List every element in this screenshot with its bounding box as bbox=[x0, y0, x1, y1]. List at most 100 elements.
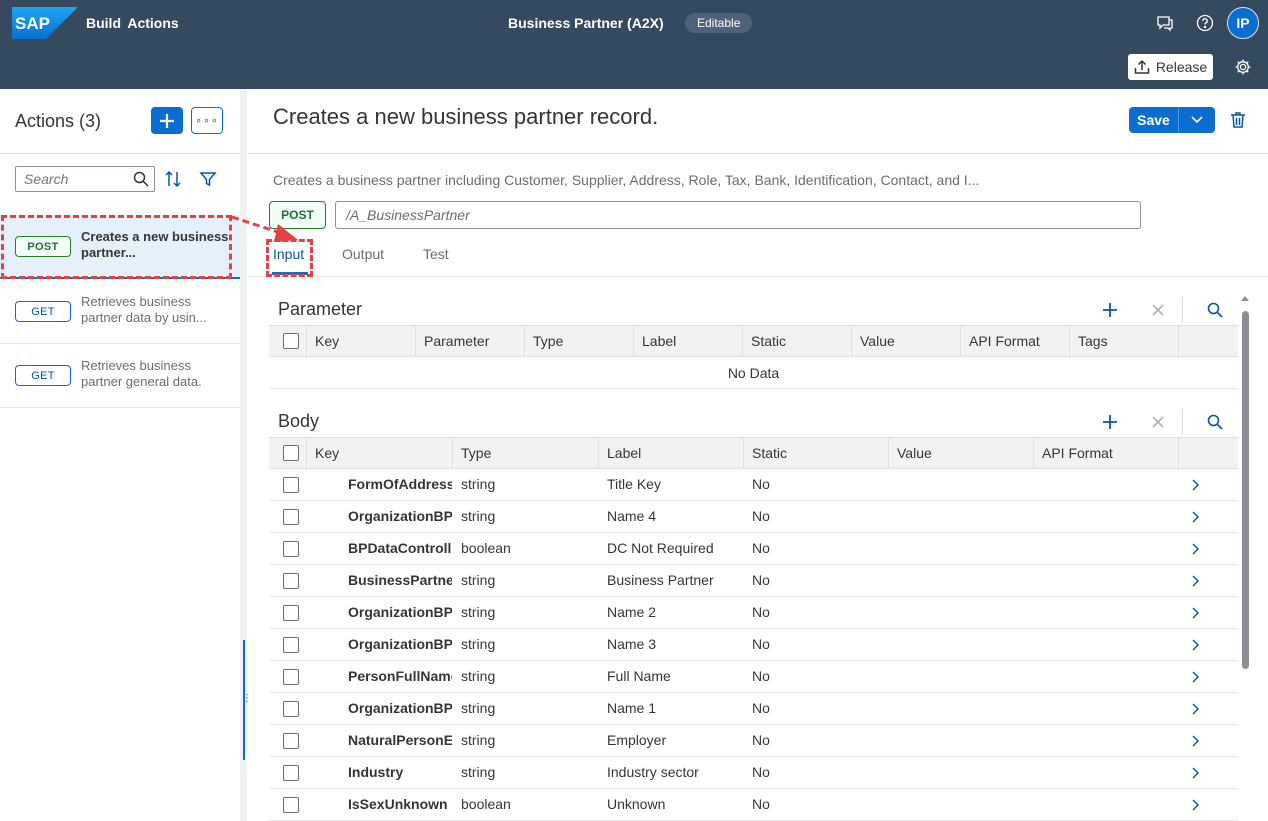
add-parameter-icon[interactable] bbox=[1100, 300, 1120, 320]
column-header-type[interactable]: Type bbox=[533, 326, 563, 356]
add-body-field-icon[interactable] bbox=[1100, 412, 1120, 432]
row-checkbox[interactable] bbox=[283, 637, 299, 653]
field-label: Full Name bbox=[607, 668, 671, 684]
column-divider bbox=[598, 438, 599, 468]
gear-icon[interactable] bbox=[1231, 55, 1255, 79]
release-label: Release bbox=[1155, 59, 1208, 75]
column-divider bbox=[960, 326, 961, 356]
row-checkbox[interactable] bbox=[283, 509, 299, 525]
tab-output[interactable]: Output bbox=[342, 246, 384, 262]
column-header-static[interactable]: Static bbox=[751, 326, 786, 356]
column-header-key[interactable]: Key bbox=[315, 326, 339, 356]
select-all-checkbox[interactable] bbox=[283, 445, 299, 461]
chevron-right-icon[interactable] bbox=[1187, 629, 1203, 660]
row-checkbox[interactable] bbox=[283, 797, 299, 813]
column-header-label[interactable]: Label bbox=[607, 438, 641, 468]
chevron-right-icon[interactable] bbox=[1187, 661, 1203, 692]
column-header-static[interactable]: Static bbox=[752, 438, 787, 468]
field-label: Industry sector bbox=[607, 764, 699, 780]
column-header-type[interactable]: Type bbox=[461, 438, 491, 468]
delete-icon[interactable] bbox=[1228, 110, 1248, 130]
more-options-button[interactable]: ∘∘∘ bbox=[191, 107, 223, 134]
table-row[interactable]: OrganizationBPName3 string Name 3 No bbox=[269, 629, 1238, 661]
save-menu-button[interactable] bbox=[1179, 107, 1215, 133]
add-action-button[interactable] bbox=[151, 107, 183, 134]
row-checkbox[interactable] bbox=[283, 733, 299, 749]
column-header-parameter[interactable]: Parameter bbox=[424, 326, 489, 356]
column-header-tags[interactable]: Tags bbox=[1078, 326, 1108, 356]
splitter-grip-icon[interactable]: ⋮ bbox=[242, 694, 252, 714]
row-checkbox[interactable] bbox=[283, 701, 299, 717]
column-divider bbox=[742, 326, 743, 356]
field-static: No bbox=[752, 668, 770, 684]
field-key: NaturalPersonEmployerName bbox=[348, 732, 452, 748]
chevron-right-icon[interactable] bbox=[1187, 501, 1203, 532]
remove-body-field-icon[interactable] bbox=[1148, 412, 1168, 432]
table-row[interactable]: OrganizationBPName1 string Name 1 No bbox=[269, 693, 1238, 725]
row-checkbox[interactable] bbox=[283, 605, 299, 621]
chevron-right-icon[interactable] bbox=[1187, 469, 1203, 500]
column-header-key[interactable]: Key bbox=[315, 438, 339, 468]
column-divider bbox=[524, 326, 525, 356]
search-icon[interactable] bbox=[128, 171, 154, 187]
row-checkbox[interactable] bbox=[283, 669, 299, 685]
row-checkbox[interactable] bbox=[283, 477, 299, 493]
chevron-right-icon[interactable] bbox=[1187, 693, 1203, 724]
table-row[interactable]: OrganizationBPName2 string Name 2 No bbox=[269, 597, 1238, 629]
column-header-label[interactable]: Label bbox=[642, 326, 676, 356]
column-header-api-format[interactable]: API Format bbox=[1042, 438, 1113, 468]
scroll-up-arrow-icon[interactable] bbox=[1241, 296, 1249, 301]
chevron-right-icon[interactable] bbox=[1187, 565, 1203, 596]
column-header-value[interactable]: Value bbox=[860, 326, 895, 356]
column-header-value[interactable]: Value bbox=[897, 438, 932, 468]
column-divider bbox=[306, 326, 307, 356]
sap-logo[interactable]: SAP bbox=[12, 7, 78, 39]
row-checkbox[interactable] bbox=[283, 573, 299, 589]
table-row[interactable]: OrganizationBPName4 string Name 4 No bbox=[269, 501, 1238, 533]
row-checkbox[interactable] bbox=[283, 765, 299, 781]
tab-test[interactable]: Test bbox=[423, 246, 449, 262]
chevron-right-icon[interactable] bbox=[1187, 597, 1203, 628]
field-label: Unknown bbox=[607, 796, 666, 812]
table-row[interactable]: FormOfAddress string Title Key No bbox=[269, 469, 1238, 501]
table-row[interactable]: NaturalPersonEmployerName string Employe… bbox=[269, 725, 1238, 757]
field-static: No bbox=[752, 732, 770, 748]
release-button[interactable]: Release bbox=[1128, 54, 1213, 80]
field-static: No bbox=[752, 700, 770, 716]
action-item-get-general[interactable]: GET Retrieves business partner general d… bbox=[0, 344, 240, 408]
save-button[interactable]: Save bbox=[1129, 107, 1179, 133]
field-key: OrganizationBPName1 bbox=[348, 700, 452, 716]
save-button-group[interactable]: Save bbox=[1129, 107, 1215, 133]
divider bbox=[248, 276, 1268, 277]
toolbar-separator bbox=[1182, 409, 1183, 435]
chevron-right-icon[interactable] bbox=[1187, 757, 1203, 788]
remove-parameter-icon[interactable] bbox=[1148, 300, 1168, 320]
table-row[interactable]: BPDataControllerIsNotRequired boolean DC… bbox=[269, 533, 1238, 565]
filter-icon[interactable] bbox=[198, 169, 218, 189]
help-icon[interactable] bbox=[1193, 11, 1217, 35]
table-row[interactable]: IsSexUnknown boolean Unknown No bbox=[269, 789, 1238, 821]
select-all-checkbox[interactable] bbox=[283, 333, 299, 349]
search-body-icon[interactable] bbox=[1205, 412, 1225, 432]
sort-icon[interactable] bbox=[163, 169, 183, 189]
table-row[interactable]: PersonFullName string Full Name No bbox=[269, 661, 1238, 693]
chevron-right-icon[interactable] bbox=[1187, 533, 1203, 564]
column-header-api-format[interactable]: API Format bbox=[969, 326, 1040, 356]
table-row[interactable]: BusinessPartnerCategory string Business … bbox=[269, 565, 1238, 597]
row-checkbox[interactable] bbox=[283, 541, 299, 557]
page-title: Creates a new business partner record. bbox=[273, 104, 659, 129]
table-row[interactable]: Industry string Industry sector No bbox=[269, 757, 1238, 789]
action-item-get-by-id[interactable]: GET Retrieves business partner data by u… bbox=[0, 280, 240, 344]
chevron-right-icon[interactable] bbox=[1187, 789, 1203, 820]
search-input[interactable]: Search bbox=[15, 166, 155, 192]
chevron-right-icon[interactable] bbox=[1187, 725, 1203, 756]
search-parameter-icon[interactable] bbox=[1205, 300, 1225, 320]
vertical-scrollbar[interactable] bbox=[1242, 311, 1249, 669]
field-key: BPDataControllerIsNotRequired bbox=[348, 540, 452, 556]
feedback-icon[interactable] bbox=[1153, 11, 1177, 35]
logo-text: SAP bbox=[15, 14, 50, 33]
avatar[interactable]: IP bbox=[1227, 7, 1259, 39]
field-label: Employer bbox=[607, 732, 667, 748]
empty-table-message: No Data bbox=[269, 357, 1238, 389]
endpoint-path-input[interactable]: /A_BusinessPartner bbox=[335, 201, 1141, 229]
